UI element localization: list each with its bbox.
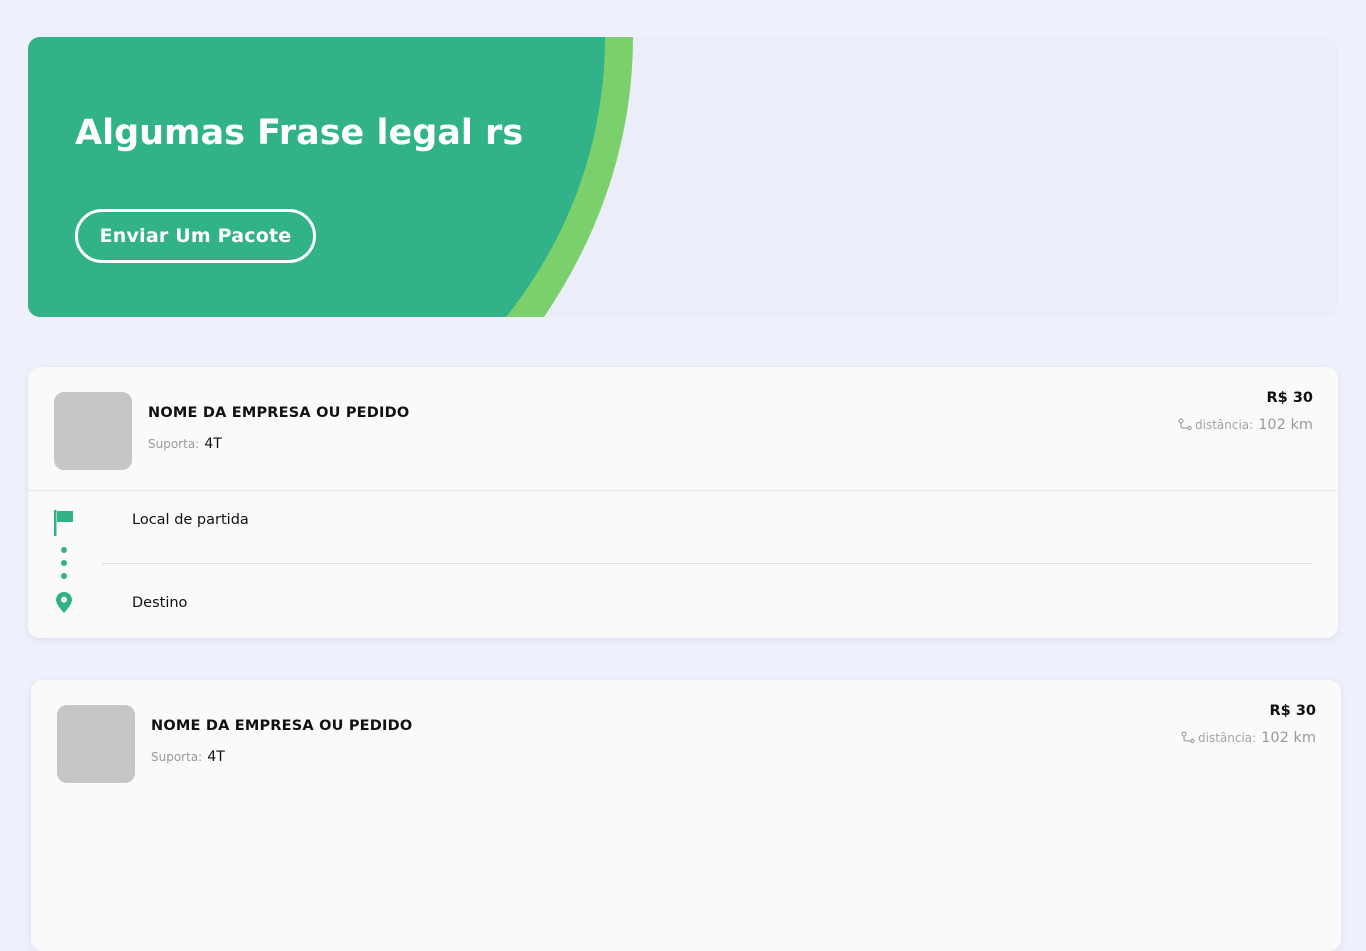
order-card[interactable]: NOME DA EMPRESA OU PEDIDO Suporta: 4T R$… xyxy=(28,367,1338,638)
support-capacity: Suporta: 4T xyxy=(151,746,225,765)
route-divider xyxy=(102,563,1313,564)
distance-label: distância: xyxy=(1194,418,1254,432)
destination-label: Destino xyxy=(132,595,188,611)
order-price: R$ 30 xyxy=(1266,390,1313,406)
hero-background-shape xyxy=(28,37,633,317)
distance-value: 102 km xyxy=(1258,417,1313,433)
route-dot-icon xyxy=(61,547,67,553)
route-dot-icon xyxy=(61,560,67,566)
company-name: NOME DA EMPRESA OU PEDIDO xyxy=(148,405,410,421)
send-package-button[interactable]: Enviar Um Pacote xyxy=(75,209,316,263)
support-label: Suporta: xyxy=(151,750,203,764)
flag-icon xyxy=(54,510,73,536)
hero-banner: Algumas Frase legal rs Enviar Um Pacote xyxy=(28,37,1338,317)
support-label: Suporta: xyxy=(148,437,200,451)
support-value: 4T xyxy=(207,749,225,765)
card-divider xyxy=(28,490,1338,491)
order-distance: distância: 102 km xyxy=(1181,730,1316,746)
distance-label: distância: xyxy=(1197,731,1257,745)
support-value: 4T xyxy=(204,436,222,452)
origin-label: Local de partida xyxy=(132,512,249,528)
order-thumbnail xyxy=(54,392,132,470)
company-name: NOME DA EMPRESA OU PEDIDO xyxy=(151,718,413,734)
route-icon xyxy=(1181,731,1195,744)
route-icon xyxy=(1178,418,1192,431)
order-card[interactable]: NOME DA EMPRESA OU PEDIDO Suporta: 4T R$… xyxy=(31,680,1341,951)
map-pin-icon xyxy=(56,592,72,613)
support-capacity: Suporta: 4T xyxy=(148,433,222,452)
hero-title: Algumas Frase legal rs xyxy=(75,113,524,153)
order-distance: distância: 102 km xyxy=(1178,417,1313,433)
route-dot-icon xyxy=(61,573,67,579)
order-thumbnail xyxy=(57,705,135,783)
order-price: R$ 30 xyxy=(1269,703,1316,719)
distance-value: 102 km xyxy=(1261,730,1316,746)
